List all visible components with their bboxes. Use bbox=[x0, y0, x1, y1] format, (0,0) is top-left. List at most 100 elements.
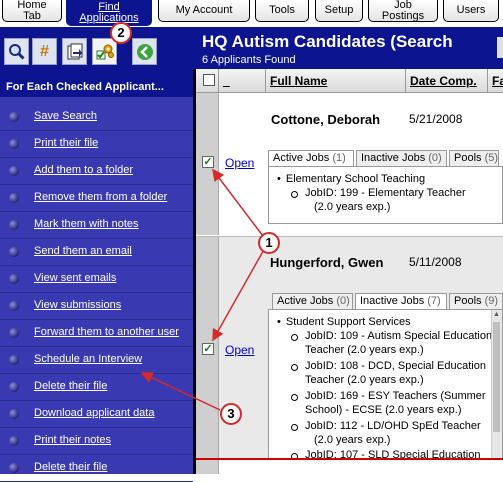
job-category: Student Support Services bbox=[277, 316, 411, 328]
column-flag[interactable]: _ bbox=[218, 69, 265, 92]
tab-count: (5) bbox=[484, 152, 499, 164]
sidebar-toolbar: # bbox=[0, 27, 196, 69]
action-label[interactable]: Delete their file bbox=[34, 461, 107, 473]
tab-find-applications[interactable]: Find Applications bbox=[66, 0, 152, 26]
tab-inactive-jobs[interactable]: Inactive Jobs (0) bbox=[356, 150, 447, 166]
search-icon[interactable] bbox=[4, 38, 29, 65]
action-label[interactable]: Delete their file bbox=[34, 380, 107, 392]
action-label[interactable]: Add them to a folder bbox=[34, 164, 133, 176]
tab-active-jobs[interactable]: Active Jobs (1) bbox=[268, 150, 354, 166]
row-checkbox[interactable]: ✓ bbox=[202, 343, 214, 355]
action-view-sent-emails[interactable]: View sent emails bbox=[0, 266, 193, 293]
tab-count: (1) bbox=[332, 152, 346, 164]
ring-bullet-icon bbox=[291, 424, 298, 431]
action-label[interactable]: Print their file bbox=[34, 137, 98, 149]
job-list: Elementary School Teaching JobID: 199 - … bbox=[268, 166, 503, 224]
tab-count: (0) bbox=[336, 295, 350, 307]
job-line: Teacher (2.0 years exp.) bbox=[305, 344, 424, 356]
action-label[interactable]: View sent emails bbox=[34, 272, 116, 284]
top-nav: Home Tab Find Applications My Account To… bbox=[0, 0, 503, 28]
candidate-name: Hungerford, Gwen bbox=[270, 255, 384, 270]
ring-bullet-icon bbox=[291, 364, 298, 371]
open-link[interactable]: Open bbox=[225, 156, 254, 170]
scroll-thumb[interactable] bbox=[493, 322, 500, 432]
tools-icon[interactable] bbox=[92, 38, 117, 65]
tab-pools[interactable]: Pools (5) bbox=[449, 150, 499, 166]
tab-users-label: Users bbox=[456, 4, 486, 16]
export-icon[interactable] bbox=[62, 38, 87, 65]
table-row: ✓ Open Hungerford, Gwen 5/11/2008 Active… bbox=[196, 236, 503, 461]
tab-setup[interactable]: Setup bbox=[315, 0, 363, 22]
action-label[interactable]: Print their notes bbox=[34, 434, 111, 446]
candidate-date: 5/21/2008 bbox=[409, 112, 463, 126]
job-list-scrollbar[interactable]: ▲ bbox=[491, 310, 502, 458]
action-label[interactable]: Schedule an Interview bbox=[34, 353, 142, 365]
tab-inactive-jobs[interactable]: Inactive Jobs (7) bbox=[355, 293, 447, 309]
action-label[interactable]: Send them an email bbox=[34, 245, 132, 257]
action-add-to-folder[interactable]: Add them to a folder bbox=[0, 158, 193, 185]
select-all-checkbox[interactable] bbox=[203, 74, 215, 86]
tab-home-line1: Home bbox=[17, 0, 47, 11]
bullet-icon bbox=[9, 112, 19, 122]
bullet-icon bbox=[9, 274, 19, 284]
tab-pools[interactable]: Pools (9) bbox=[449, 293, 503, 309]
action-print-notes[interactable]: Print their notes bbox=[0, 428, 193, 455]
bullet-icon bbox=[9, 409, 19, 419]
row-checkbox[interactable]: ✓ bbox=[202, 156, 214, 168]
hash-icon[interactable]: # bbox=[32, 38, 57, 65]
action-label[interactable]: View submissions bbox=[34, 299, 121, 311]
bullet-icon bbox=[9, 139, 19, 149]
tab-my-account-label: My Account bbox=[175, 4, 233, 16]
tab-tools[interactable]: Tools bbox=[255, 0, 309, 22]
results-header: HQ Autism Candidates (Search 6 Applicant… bbox=[196, 27, 503, 69]
job-line: JobID: 199 - Elementary Teacher bbox=[305, 187, 466, 199]
action-delete-file-2[interactable]: Delete their file bbox=[0, 455, 193, 482]
row-gutter bbox=[196, 460, 219, 474]
header-button[interactable] bbox=[497, 37, 503, 58]
ring-bullet-icon bbox=[291, 394, 298, 401]
tab-home-line2: Tab bbox=[23, 9, 41, 22]
open-link[interactable]: Open bbox=[225, 343, 254, 357]
table-row bbox=[196, 460, 503, 474]
action-delete-file[interactable]: Delete their file bbox=[0, 374, 193, 401]
scroll-up-icon[interactable]: ▲ bbox=[493, 311, 500, 318]
action-label[interactable]: Mark them with notes bbox=[34, 218, 139, 230]
tab-job-postings[interactable]: Job Postings bbox=[368, 0, 438, 22]
tab-label: Inactive Jobs bbox=[361, 152, 426, 164]
job-line: JobID: 112 - LD/OHD SpEd Teacher bbox=[305, 420, 481, 432]
column-full-name[interactable]: Full Name bbox=[265, 69, 405, 92]
bullet-icon bbox=[9, 328, 19, 338]
action-download-data[interactable]: Download applicant data bbox=[0, 401, 193, 428]
job-category: Elementary School Teaching bbox=[277, 173, 425, 185]
tab-job-line2: Postings bbox=[381, 9, 425, 22]
action-schedule-interview[interactable]: Schedule an Interview bbox=[0, 347, 193, 374]
candidate-name: Cottone, Deborah bbox=[271, 112, 381, 127]
action-sidebar: # For Each Checked Applicant... Save Sea… bbox=[0, 27, 196, 482]
action-remove-from-folder[interactable]: Remove them from a folder bbox=[0, 185, 193, 212]
tab-users[interactable]: Users bbox=[443, 0, 499, 22]
action-label[interactable]: Download applicant data bbox=[34, 407, 154, 419]
back-arrow-icon[interactable] bbox=[132, 38, 157, 65]
tab-my-account[interactable]: My Account bbox=[158, 0, 250, 22]
job-line: JobID: 169 - ESY Teachers (Summer bbox=[305, 390, 486, 402]
column-date-comp[interactable]: Date Comp. bbox=[405, 69, 487, 92]
column-extra[interactable]: Fa bbox=[487, 69, 503, 92]
ring-bullet-icon bbox=[291, 334, 298, 341]
tab-active-jobs[interactable]: Active Jobs (0) bbox=[272, 293, 353, 309]
action-label[interactable]: Forward them to another user bbox=[34, 326, 179, 338]
action-forward-user[interactable]: Forward them to another user bbox=[0, 320, 193, 347]
action-label[interactable]: Remove them from a folder bbox=[34, 191, 167, 203]
column-header-row: _ Full Name Date Comp. Fa bbox=[196, 69, 503, 93]
action-send-email[interactable]: Send them an email bbox=[0, 239, 193, 266]
action-print-file[interactable]: Print their file bbox=[0, 131, 193, 158]
action-mark-notes[interactable]: Mark them with notes bbox=[0, 212, 193, 239]
action-view-submissions[interactable]: View submissions bbox=[0, 293, 193, 320]
action-save-search[interactable]: Save Search bbox=[0, 104, 193, 131]
panel-heading: For Each Checked Applicant... bbox=[0, 69, 196, 97]
tab-home[interactable]: Home Tab bbox=[2, 0, 62, 22]
ring-bullet-icon bbox=[291, 191, 298, 198]
action-label[interactable]: Save Search bbox=[34, 110, 97, 122]
tab-label: Pools bbox=[454, 295, 482, 307]
tab-label: Inactive Jobs bbox=[360, 295, 425, 307]
job-line: Teacher (2.0 years exp.) bbox=[305, 374, 424, 386]
